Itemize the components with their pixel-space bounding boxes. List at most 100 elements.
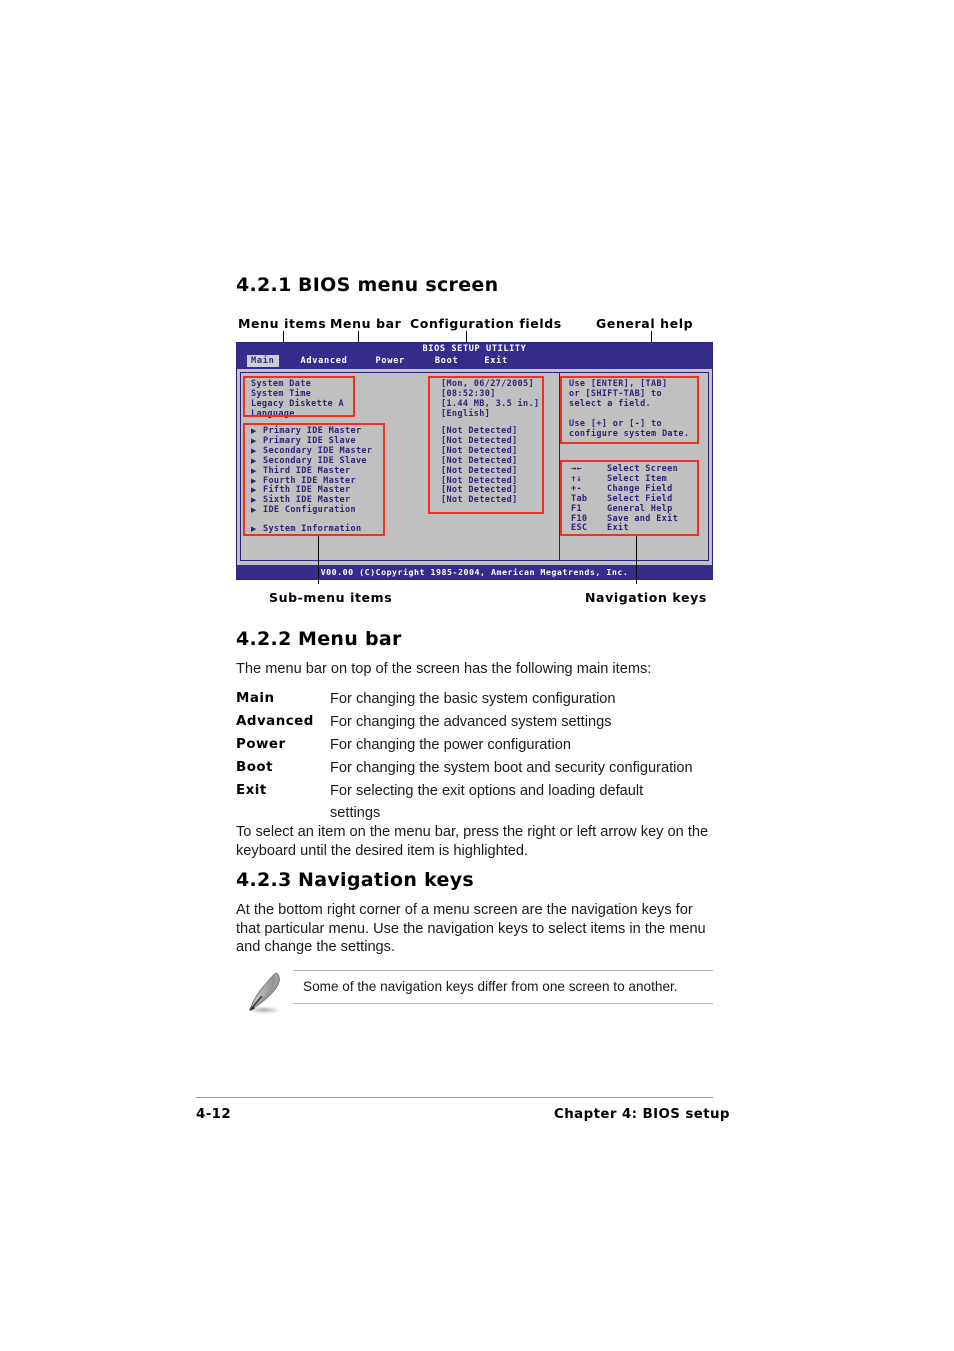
bios-config-value-ide-1: [Not Detected] <box>441 435 518 446</box>
bios-submenu-item-7[interactable]: Sixth IDE Master <box>263 495 350 505</box>
definition-desc-boot: For changing the system boot and securit… <box>330 760 693 776</box>
leader-line-navigation-keys <box>636 536 637 584</box>
bios-config-value-ide-4: [Not Detected] <box>441 465 518 476</box>
bios-help-line-4: Use [+] or [-] to <box>569 418 662 429</box>
menu-bar-definition-list: Main For changing the basic system confi… <box>236 688 716 825</box>
definition-desc-main: For changing the basic system configurat… <box>330 691 616 707</box>
definition-term-boot: Boot <box>236 760 274 775</box>
nav-desc-select-field: Select Field <box>607 493 673 504</box>
section-number-422: 4.2.2 <box>236 628 292 650</box>
callout-menu-bar: Menu bar <box>330 316 402 331</box>
nav-desc-exit: Exit <box>607 523 629 534</box>
bios-config-value-ide-5: [Not Detected] <box>441 475 518 486</box>
section-number-423: 4.2.3 <box>236 869 292 891</box>
bios-menu-item-0[interactable]: System Date <box>251 379 311 389</box>
menu-bar-outro-text: To select an item on the menu bar, press… <box>236 824 709 859</box>
bios-submenu-arrow-icons: ▶ ▶ ▶ ▶ ▶ ▶ ▶ ▶ ▶ <box>251 427 257 515</box>
nav-desc-general-help: General Help <box>607 503 673 514</box>
bios-setup-screen: BIOS SETUP UTILITY Main Advanced Power B… <box>236 342 713 580</box>
callout-general-help: General help <box>596 316 694 331</box>
section-title-422: Menu bar <box>298 628 402 650</box>
nav-key-arrow-lr-icon: →← <box>571 464 582 474</box>
definition-term-main: Main <box>236 691 275 706</box>
callout-configuration-fields: Configuration fields <box>410 316 562 331</box>
bios-config-value-ide-2: [Not Detected] <box>441 445 518 456</box>
nav-desc-select-screen: Select Screen <box>607 464 679 474</box>
definition-row-main: Main For changing the basic system confi… <box>236 688 716 710</box>
definition-term-power: Power <box>236 737 286 752</box>
bios-utility-title: BIOS SETUP UTILITY <box>422 344 527 354</box>
section-title-423: Navigation keys <box>298 869 475 891</box>
nav-key-f10: F10 <box>571 513 588 524</box>
bios-nav-keys-symbols: →← ↑↓ +- Tab F1 F10 ESC <box>571 464 588 534</box>
bios-nav-keys-descriptions: Select Screen Select Item Change Field S… <box>607 464 679 534</box>
footer-divider <box>196 1097 713 1098</box>
bios-submenu-item-3[interactable]: Secondary IDE Slave <box>263 456 367 466</box>
bios-tab-exit[interactable]: Exit <box>480 355 512 367</box>
section-heading-421: 4.2.1 BIOS menu screen <box>236 274 498 296</box>
nav-desc-select-item: Select Item <box>607 473 668 484</box>
bios-menu-item-3[interactable]: Language <box>251 409 295 419</box>
bios-system-info-arrow-icon: ▶ <box>251 525 257 533</box>
bios-config-values-ide: [Not Detected] [Not Detected] [Not Detec… <box>441 426 518 506</box>
definition-row-advanced: Advanced For changing the advanced syste… <box>236 711 716 733</box>
nav-key-f1: F1 <box>571 503 582 514</box>
bios-panel-divider <box>559 373 560 560</box>
note-pencil-icon <box>238 968 290 1018</box>
bios-submenu-item-6[interactable]: Fifth IDE Master <box>263 485 350 495</box>
bios-submenu-item-4[interactable]: Third IDE Master <box>263 466 350 476</box>
bios-tab-power[interactable]: Power <box>372 355 409 367</box>
bios-tab-advanced[interactable]: Advanced <box>297 355 352 367</box>
callout-submenu-items: Sub-menu items <box>269 590 393 605</box>
navigation-keys-body-text: At the bottom right corner of a menu scr… <box>236 902 706 955</box>
bios-menu-item-2[interactable]: Legacy Diskette A <box>251 399 344 409</box>
bios-config-value-time[interactable]: [08:52:30] <box>441 389 496 399</box>
bios-submenu-item-8[interactable]: IDE Configuration <box>263 505 356 515</box>
bios-config-value-ide-6: [Not Detected] <box>441 485 518 496</box>
bios-submenu-item-1[interactable]: Primary IDE Slave <box>263 436 356 446</box>
bios-submenu-item-0[interactable]: Primary IDE Master <box>263 426 361 436</box>
bios-config-value-language[interactable]: [English] <box>441 409 490 419</box>
bios-menu-items-list: System Date System Time Legacy Diskette … <box>251 379 344 420</box>
bios-copyright-bar: V00.00 (C)Copyright 1985-2004, American … <box>237 565 712 579</box>
definition-term-exit: Exit <box>236 783 267 798</box>
definition-desc-exit: For selecting the exit options and loadi… <box>330 783 644 821</box>
bios-config-values-top: [Mon, 06/27/2005] [08:52:30] [1.44 MB, 3… <box>441 379 539 420</box>
definition-term-advanced: Advanced <box>236 714 314 729</box>
nav-desc-change-field: Change Field <box>607 483 673 494</box>
menu-bar-intro-text: The menu bar on top of the screen has th… <box>236 661 652 677</box>
bios-config-value-diskette[interactable]: [1.44 MB, 3.5 in.] <box>441 399 539 409</box>
definition-desc-power: For changing the power configuration <box>330 737 571 753</box>
definition-row-boot: Boot For changing the system boot and se… <box>236 757 716 779</box>
bios-help-line-2: select a field. <box>569 398 652 409</box>
nav-key-plusminus: +- <box>571 483 582 494</box>
bios-general-help-text: Use [ENTER], [TAB] or [SHIFT-TAB] to sel… <box>569 379 689 439</box>
definition-row-exit: Exit For selecting the exit options and … <box>236 780 716 824</box>
section-number-421: 4.2.1 <box>236 274 292 296</box>
definition-row-power: Power For changing the power configurati… <box>236 734 716 756</box>
nav-key-esc: ESC <box>571 523 588 534</box>
bios-submenu-items-list: Primary IDE Master Primary IDE Slave Sec… <box>263 426 372 516</box>
bios-content-area: System Date System Time Legacy Diskette … <box>240 372 709 561</box>
bios-system-information-item[interactable]: System Information <box>263 524 361 535</box>
definition-desc-advanced: For changing the advanced system setting… <box>330 714 612 730</box>
bios-menu-item-1[interactable]: System Time <box>251 389 311 399</box>
bios-config-value-ide-7: [Not Detected] <box>441 495 518 506</box>
section-title-421: BIOS menu screen <box>298 274 499 296</box>
footer-page-number: 4-12 <box>196 1107 232 1122</box>
bios-submenu-item-2[interactable]: Secondary IDE Master <box>263 446 372 456</box>
nav-key-tab: Tab <box>571 493 588 504</box>
bios-config-value-ide-3: [Not Detected] <box>441 455 518 466</box>
bios-tab-main[interactable]: Main <box>247 355 279 367</box>
bios-config-value-date[interactable]: [Mon, 06/27/2005] <box>441 379 534 389</box>
leader-line-submenu-items <box>318 536 319 584</box>
bios-tab-boot[interactable]: Boot <box>431 355 463 367</box>
footer-chapter-label: Chapter 4: BIOS setup <box>554 1107 730 1122</box>
bios-config-value-ide-0: [Not Detected] <box>441 426 518 436</box>
section-heading-422: 4.2.2 Menu bar <box>236 628 402 650</box>
callout-navigation-keys: Navigation keys <box>585 590 707 605</box>
bios-help-line-0: Use [ENTER], [TAB] <box>569 379 668 389</box>
note-text: Some of the navigation keys differ from … <box>303 979 678 994</box>
note-box: Some of the navigation keys differ from … <box>293 970 713 1004</box>
bios-menu-bar: Main Advanced Power Boot Exit <box>247 355 512 367</box>
